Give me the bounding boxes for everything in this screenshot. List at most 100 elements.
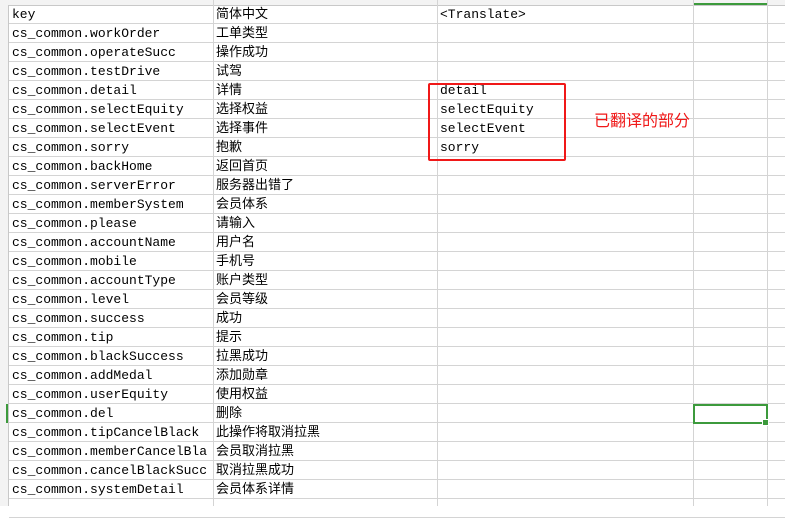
cell-zh[interactable]: 成功: [216, 309, 444, 327]
cell-zh[interactable]: 选择权益: [216, 100, 444, 118]
column-divider: [437, 0, 438, 506]
cell-zh[interactable]: 会员体系: [216, 195, 444, 213]
cell-translate[interactable]: [440, 176, 690, 194]
table-row: cs_common.tip 提示: [9, 328, 785, 347]
table-row: cs_common.success 成功: [9, 309, 785, 328]
cell-key[interactable]: cs_common.sorry: [12, 138, 213, 156]
cell-key[interactable]: cs_common.accountName: [12, 233, 213, 251]
cell-zh[interactable]: 试驾: [216, 62, 444, 80]
cell-translate[interactable]: [440, 423, 690, 441]
table-row: cs_common.please 请输入: [9, 214, 785, 233]
column-divider: [767, 0, 768, 506]
cell-translate[interactable]: [440, 290, 690, 308]
cell-key[interactable]: cs_common.del: [12, 404, 213, 422]
cell-translate[interactable]: [440, 233, 690, 251]
cell-key[interactable]: cs_common.userEquity: [12, 385, 213, 403]
cell-zh[interactable]: 选择事件: [216, 119, 444, 137]
selected-cell[interactable]: [693, 404, 768, 424]
cell-translate[interactable]: [440, 480, 690, 498]
cell-zh[interactable]: 提示: [216, 328, 444, 346]
cell-key[interactable]: cs_common.blackSuccess: [12, 347, 213, 365]
cell-key[interactable]: key: [12, 5, 213, 23]
table-row: cs_common.userEquity 使用权益: [9, 385, 785, 404]
table-row: cs_common.testDrive 试驾: [9, 62, 785, 81]
table-row: cs_common.cancelBlackSucc 取消拉黑成功: [9, 461, 785, 480]
cell-zh[interactable]: 取消拉黑成功: [216, 461, 444, 479]
cell-zh[interactable]: 详情: [216, 81, 444, 99]
cell-key[interactable]: cs_common.memberCancelBla: [12, 442, 213, 460]
cell-translate[interactable]: [440, 347, 690, 365]
cell-translate[interactable]: [440, 404, 690, 422]
table-row: cs_common.del 删除: [9, 404, 785, 423]
cell-translate[interactable]: [440, 309, 690, 327]
fill-handle[interactable]: [762, 419, 769, 426]
table-row: cs_common.backHome 返回首页: [9, 157, 785, 176]
table-row: cs_common.workOrder 工单类型: [9, 24, 785, 43]
cell-translate[interactable]: [440, 328, 690, 346]
cell-zh[interactable]: 会员体系详情: [216, 480, 444, 498]
cell-zh[interactable]: 添加勋章: [216, 366, 444, 384]
cell-translate[interactable]: <Translate>: [440, 5, 690, 23]
table-row: cs_common.tipCancelBlack 此操作将取消拉黑: [9, 423, 785, 442]
cell-zh[interactable]: 此操作将取消拉黑: [216, 423, 444, 441]
column-divider: [693, 0, 694, 506]
cell-key[interactable]: cs_common.backHome: [12, 157, 213, 175]
cell-key[interactable]: cs_common.serverError: [12, 176, 213, 194]
table-row: cs_common.sorry 抱歉 sorry: [9, 138, 785, 157]
cell-key[interactable]: cs_common.tip: [12, 328, 213, 346]
cell-zh[interactable]: 会员等级: [216, 290, 444, 308]
cell-zh[interactable]: 操作成功: [216, 43, 444, 61]
cell-key[interactable]: cs_common.selectEvent: [12, 119, 213, 137]
cell-translate[interactable]: [440, 461, 690, 479]
cell-key[interactable]: cs_common.operateSucc: [12, 43, 213, 61]
cell-key[interactable]: cs_common.level: [12, 290, 213, 308]
cell-key[interactable]: cs_common.memberSystem: [12, 195, 213, 213]
selected-row-indicator: [6, 404, 8, 423]
cell-key[interactable]: cs_common.accountType: [12, 271, 213, 289]
cell-translate[interactable]: [440, 195, 690, 213]
cell-key[interactable]: cs_common.workOrder: [12, 24, 213, 42]
cell-key[interactable]: cs_common.systemDetail: [12, 480, 213, 498]
cell-translate[interactable]: [440, 385, 690, 403]
cell-zh[interactable]: 返回首页: [216, 157, 444, 175]
table-row: cs_common.detail 详情 detail: [9, 81, 785, 100]
cell-zh[interactable]: 账户类型: [216, 271, 444, 289]
cell-translate[interactable]: [440, 271, 690, 289]
cell-translate[interactable]: [440, 442, 690, 460]
table-row: cs_common.memberCancelBla 会员取消拉黑: [9, 442, 785, 461]
cell-zh[interactable]: 抱歉: [216, 138, 444, 156]
cell-zh[interactable]: 用户名: [216, 233, 444, 251]
cell-translate[interactable]: [440, 252, 690, 270]
cell-translate[interactable]: [440, 214, 690, 232]
table-row: cs_common.serverError 服务器出错了: [9, 176, 785, 195]
cell-key[interactable]: cs_common.selectEquity: [12, 100, 213, 118]
cell-translate[interactable]: [440, 62, 690, 80]
table-row: cs_common.blackSuccess 拉黑成功: [9, 347, 785, 366]
cell-zh[interactable]: 使用权益: [216, 385, 444, 403]
table-row: cs_common.memberSystem 会员体系: [9, 195, 785, 214]
column-divider: [213, 0, 214, 506]
cell-zh[interactable]: 会员取消拉黑: [216, 442, 444, 460]
table-row: cs_common.accountType 账户类型: [9, 271, 785, 290]
cell-key[interactable]: cs_common.testDrive: [12, 62, 213, 80]
cell-key[interactable]: cs_common.detail: [12, 81, 213, 99]
cell-key[interactable]: cs_common.please: [12, 214, 213, 232]
table-row: cs_common.systemDetail 会员体系详情: [9, 480, 785, 499]
cell-key[interactable]: cs_common.success: [12, 309, 213, 327]
cell-zh[interactable]: 手机号: [216, 252, 444, 270]
table-row: cs_common.accountName 用户名: [9, 233, 785, 252]
cell-zh[interactable]: 拉黑成功: [216, 347, 444, 365]
cell-translate[interactable]: [440, 366, 690, 384]
cell-key[interactable]: cs_common.addMedal: [12, 366, 213, 384]
table-row: cs_common.operateSucc 操作成功: [9, 43, 785, 62]
cell-zh[interactable]: 请输入: [216, 214, 444, 232]
cell-translate[interactable]: [440, 24, 690, 42]
cell-zh[interactable]: 工单类型: [216, 24, 444, 42]
cell-translate[interactable]: [440, 43, 690, 61]
cell-key[interactable]: cs_common.cancelBlackSucc: [12, 461, 213, 479]
cell-key[interactable]: cs_common.tipCancelBlack: [12, 423, 213, 441]
cell-zh[interactable]: 简体中文: [216, 5, 444, 23]
cell-key[interactable]: cs_common.mobile: [12, 252, 213, 270]
cell-zh[interactable]: 服务器出错了: [216, 176, 444, 194]
cell-zh[interactable]: 删除: [216, 404, 444, 422]
